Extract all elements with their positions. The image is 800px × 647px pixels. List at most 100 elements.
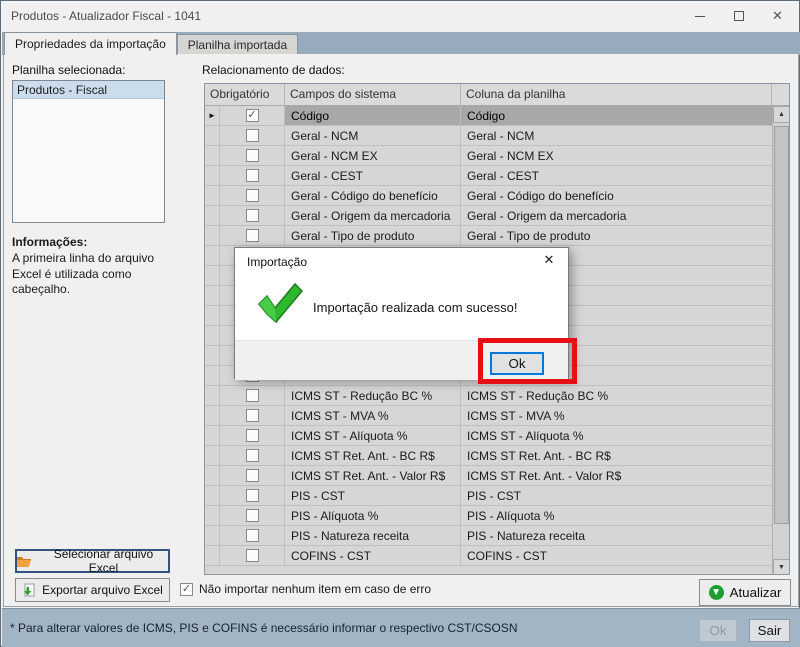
campos-cell[interactable]: Geral - NCM EX (285, 146, 461, 165)
scroll-up-button[interactable]: ▲ (773, 106, 790, 123)
required-checkbox[interactable] (246, 509, 259, 522)
coluna-cell[interactable]: Geral - CEST (461, 166, 772, 185)
coluna-cell[interactable]: PIS - Alíquota % (461, 506, 772, 525)
required-checkbox[interactable] (246, 449, 259, 462)
required-checkbox[interactable] (246, 149, 259, 162)
required-checkbox[interactable] (246, 529, 259, 542)
maximize-button[interactable] (719, 1, 758, 31)
required-checkbox[interactable] (246, 229, 259, 242)
table-row[interactable]: Geral - CEST Geral - CEST (205, 166, 772, 186)
table-row[interactable]: Geral - NCM EX Geral - NCM EX (205, 146, 772, 166)
selecionar-arquivo-excel-button[interactable]: Selecionar arquivo Excel (15, 549, 170, 573)
required-checkbox[interactable] (246, 169, 259, 182)
tab-propriedades-importacao[interactable]: Propriedades da importação (4, 32, 177, 55)
maximize-icon (734, 11, 744, 21)
table-row[interactable]: ICMS ST Ret. Ant. - BC R$ ICMS ST Ret. A… (205, 446, 772, 466)
required-checkbox[interactable] (246, 489, 259, 502)
coluna-cell[interactable]: Geral - Código do benefício (461, 186, 772, 205)
required-checkbox[interactable] (246, 129, 259, 142)
atualizar-download-icon: ▼ (709, 585, 724, 600)
row-indicator (205, 226, 220, 245)
exportar-arquivo-excel-button[interactable]: Exportar arquivo Excel (15, 578, 170, 602)
coluna-cell[interactable]: Código (461, 106, 772, 125)
campos-cell[interactable]: Geral - Tipo de produto (285, 226, 461, 245)
coluna-cell[interactable]: PIS - Natureza receita (461, 526, 772, 545)
campos-cell[interactable]: COFINS - CST (285, 546, 461, 565)
table-row[interactable]: ► ✓ Código Código (205, 106, 772, 126)
required-checkbox[interactable]: ✓ (246, 109, 259, 122)
table-row[interactable]: ICMS ST Ret. Ant. - Valor R$ ICMS ST Ret… (205, 466, 772, 486)
coluna-cell[interactable]: ICMS ST - Alíquota % (461, 426, 772, 445)
close-icon: ✕ (772, 8, 783, 24)
required-checkbox[interactable] (246, 409, 259, 422)
tab-planilha-importada[interactable]: Planilha importada (177, 34, 298, 55)
table-row[interactable]: Geral - Tipo de produto Geral - Tipo de … (205, 226, 772, 246)
column-header-obrigatorio[interactable]: Obrigatório (205, 84, 285, 105)
campos-cell[interactable]: ICMS ST Ret. Ant. - BC R$ (285, 446, 461, 465)
coluna-cell[interactable]: ICMS ST Ret. Ant. - BC R$ (461, 446, 772, 465)
minimize-button[interactable] (680, 1, 719, 31)
campos-cell[interactable]: PIS - CST (285, 486, 461, 505)
campos-cell[interactable]: Geral - Origem da mercadoria (285, 206, 461, 225)
row-indicator (205, 306, 220, 325)
obrigatorio-cell: ✓ (220, 106, 285, 125)
coluna-cell[interactable]: ICMS ST - Redução BC % (461, 386, 772, 405)
obrigatorio-cell (220, 166, 285, 185)
column-header-coluna[interactable]: Coluna da planilha (461, 84, 772, 105)
campos-cell[interactable]: Código (285, 106, 461, 125)
tab-label: Planilha importada (188, 38, 287, 52)
table-row[interactable]: PIS - Natureza receita PIS - Natureza re… (205, 526, 772, 546)
coluna-cell[interactable]: ICMS ST Ret. Ant. - Valor R$ (461, 466, 772, 485)
required-checkbox[interactable] (246, 549, 259, 562)
skip-error-checkbox-row[interactable]: ✓ Não importar nenhum item em caso de er… (180, 582, 431, 596)
dialog-close-button[interactable]: ✕ (539, 252, 559, 268)
table-row[interactable]: Geral - Código do benefício Geral - Códi… (205, 186, 772, 206)
atualizar-button[interactable]: ▼ Atualizar (699, 579, 791, 606)
required-checkbox[interactable] (246, 469, 259, 482)
coluna-cell[interactable]: ICMS ST - MVA % (461, 406, 772, 425)
table-row[interactable]: ICMS ST - Redução BC % ICMS ST - Redução… (205, 386, 772, 406)
sair-button[interactable]: Sair (749, 619, 790, 642)
table-row[interactable]: Geral - Origem da mercadoria Geral - Ori… (205, 206, 772, 226)
table-row[interactable]: Geral - NCM Geral - NCM (205, 126, 772, 146)
campos-cell[interactable]: ICMS ST - Alíquota % (285, 426, 461, 445)
table-row[interactable]: COFINS - CST COFINS - CST (205, 546, 772, 566)
campos-cell[interactable]: ICMS ST - MVA % (285, 406, 461, 425)
campos-cell[interactable]: PIS - Natureza receita (285, 526, 461, 545)
table-row[interactable]: ICMS ST - MVA % ICMS ST - MVA % (205, 406, 772, 426)
row-indicator (205, 206, 220, 225)
required-checkbox[interactable] (246, 209, 259, 222)
coluna-cell[interactable]: Geral - Origem da mercadoria (461, 206, 772, 225)
scrollbar-thumb[interactable] (774, 126, 789, 524)
row-indicator (205, 426, 220, 445)
column-header-campos[interactable]: Campos do sistema (285, 84, 461, 105)
table-row[interactable]: PIS - Alíquota % PIS - Alíquota % (205, 506, 772, 526)
required-checkbox[interactable] (246, 389, 259, 402)
scroll-down-button[interactable]: ▼ (773, 559, 790, 575)
success-check-icon (255, 282, 303, 324)
close-button[interactable]: ✕ (758, 1, 797, 31)
campos-cell[interactable]: PIS - Alíquota % (285, 506, 461, 525)
campos-cell[interactable]: Geral - Código do benefício (285, 186, 461, 205)
coluna-cell[interactable]: Geral - NCM (461, 126, 772, 145)
campos-cell[interactable]: Geral - CEST (285, 166, 461, 185)
coluna-cell[interactable]: PIS - CST (461, 486, 772, 505)
required-checkbox[interactable] (246, 189, 259, 202)
planilha-listbox[interactable]: Produtos - Fiscal (12, 80, 165, 223)
campos-cell[interactable]: ICMS ST - Redução BC % (285, 386, 461, 405)
skip-error-checkbox[interactable]: ✓ (180, 583, 193, 596)
row-indicator (205, 386, 220, 405)
table-row[interactable]: PIS - CST PIS - CST (205, 486, 772, 506)
coluna-cell[interactable]: COFINS - CST (461, 546, 772, 565)
list-item-produtos-fiscal[interactable]: Produtos - Fiscal (13, 81, 164, 99)
table-scrollbar[interactable]: ▲ ▼ (772, 106, 789, 575)
required-checkbox[interactable] (246, 429, 259, 442)
coluna-cell[interactable]: Geral - Tipo de produto (461, 226, 772, 245)
coluna-cell[interactable]: Geral - NCM EX (461, 146, 772, 165)
ok-button-disabled[interactable]: Ok (699, 619, 737, 642)
campos-cell[interactable]: ICMS ST Ret. Ant. - Valor R$ (285, 466, 461, 485)
row-indicator (205, 366, 220, 385)
campos-cell[interactable]: Geral - NCM (285, 126, 461, 145)
table-row[interactable]: ICMS ST - Alíquota % ICMS ST - Alíquota … (205, 426, 772, 446)
status-bar: * Para alterar valores de ICMS, PIS e CO… (2, 608, 800, 647)
